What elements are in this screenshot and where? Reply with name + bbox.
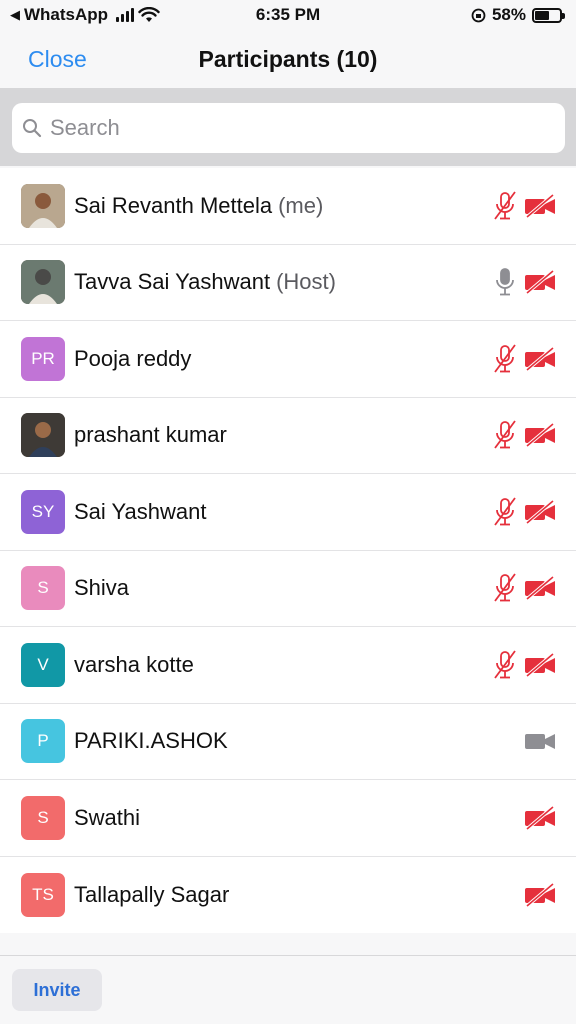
participant-name: prashant kumar (74, 422, 227, 448)
avatar: PR (21, 336, 65, 381)
participant-name: PARIKI.ASHOK (74, 728, 228, 754)
participant-name: Swathi (74, 805, 140, 831)
participant-name: Tallapally Sagar (74, 882, 229, 908)
camera-icon[interactable] (524, 729, 556, 753)
invite-button[interactable]: Invite (12, 969, 102, 1011)
participant-name-text: varsha kotte (74, 651, 194, 677)
battery-fill (535, 10, 549, 20)
participant-row[interactable]: S Shiva (0, 551, 576, 627)
camera-off-icon[interactable] (524, 193, 556, 218)
mic-muted-icon[interactable] (492, 343, 518, 375)
orientation-lock-icon (471, 8, 486, 22)
participant-name: Sai Revanth Mettela (me) (74, 193, 323, 219)
avatar: S (21, 566, 65, 611)
avatar: SY (21, 489, 65, 534)
participant-name-text: Sai Revanth Mettela (74, 192, 273, 218)
participant-name-text: Shiva (74, 575, 130, 601)
search-icon (23, 119, 42, 138)
mic-muted-icon[interactable] (492, 496, 518, 528)
battery-percent: 58% (491, 5, 526, 24)
participant-row[interactable]: prashant kumar (0, 398, 576, 474)
mic-icon[interactable] (492, 266, 518, 298)
participant-row[interactable]: PR Pooja reddy (0, 321, 576, 398)
avatar (21, 183, 65, 228)
participant-name: Shiva (74, 575, 129, 601)
search-input[interactable] (50, 115, 530, 141)
mic-muted-icon[interactable] (492, 190, 518, 222)
participants-list: Sai Revanth Mettela (me) Tavva Sai Yashwan… (0, 168, 576, 933)
avatar: TS (21, 872, 65, 917)
participant-row[interactable]: Tavva Sai Yashwant (Host) (0, 245, 576, 321)
participant-row[interactable]: Vvarsha kotte (0, 627, 576, 704)
search-bar-container (0, 88, 576, 166)
participant-name: Pooja reddy (74, 346, 191, 372)
nav-bar: Close Participants (10) (0, 30, 576, 88)
participant-row[interactable]: S Swathi (0, 780, 576, 857)
camera-off-icon[interactable] (524, 652, 556, 677)
camera-off-icon[interactable] (524, 499, 556, 524)
avatar (21, 260, 65, 305)
participant-name-text: Pooja reddy (74, 345, 192, 371)
battery-icon (532, 7, 565, 23)
mic-muted-icon[interactable] (492, 649, 518, 681)
status-right: 58% (471, 5, 565, 25)
participant-row[interactable]: SY Sai Yashwant (0, 474, 576, 551)
participant-row[interactable]: Sai Revanth Mettela (me) (0, 168, 576, 245)
participant-name: Sai Yashwant (74, 499, 207, 525)
participant-name-text: Sai Yashwant (74, 498, 207, 524)
mic-muted-icon[interactable] (492, 419, 518, 451)
camera-off-icon[interactable] (524, 576, 556, 601)
participant-role: (Host) (276, 269, 336, 295)
participant-name-text: Tallapally Sagar (74, 881, 230, 907)
participant-name-text: prashant kumar (74, 422, 227, 448)
participant-row[interactable]: TS Tallapally Sagar (0, 857, 576, 934)
camera-off-icon[interactable] (524, 346, 556, 371)
camera-off-icon[interactable] (524, 805, 556, 830)
participant-row[interactable]: P PARIKI.ASHOK (0, 704, 576, 780)
mic-muted-icon[interactable] (492, 572, 518, 604)
camera-off-icon[interactable] (524, 423, 556, 448)
avatar (21, 413, 65, 458)
avatar: S (21, 795, 65, 840)
participant-name: varsha kotte (74, 652, 194, 678)
camera-off-icon[interactable] (524, 882, 556, 907)
participant-name: Tavva Sai Yashwant (Host) (74, 269, 336, 295)
status-bar: ◀ WhatsApp 6:35 PM 58% (0, 0, 576, 30)
participant-name-text: Swathi (74, 804, 141, 830)
page-title: Participants (10) (198, 46, 378, 72)
participant-name-text: PARIKI.ASHOK (74, 728, 228, 754)
participant-name-text: Tavva Sai Yashwant (74, 269, 271, 295)
avatar: V (21, 642, 65, 687)
avatar: P (21, 719, 65, 764)
participant-role: (me) (278, 192, 324, 218)
bottom-toolbar: Invite (0, 955, 576, 1024)
camera-off-icon[interactable] (524, 270, 556, 295)
search-box[interactable] (12, 103, 565, 153)
